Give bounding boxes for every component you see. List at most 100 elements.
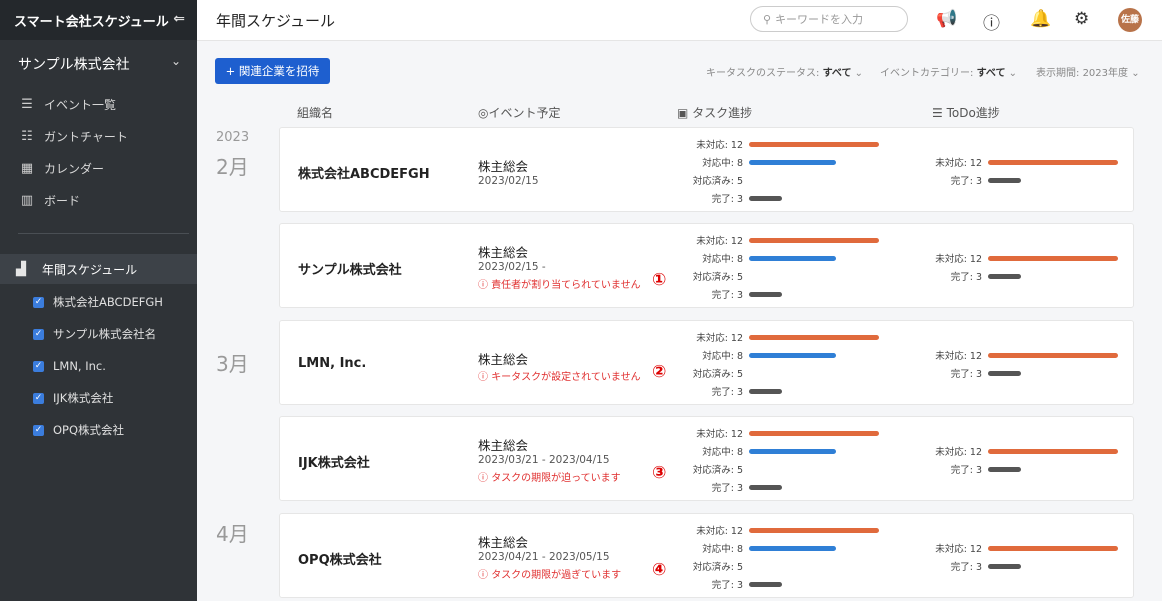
filter-key-task-status[interactable]: キータスクのステータス: すべて ⌄: [706, 64, 863, 79]
todo-progress-row: 完了: 3: [912, 368, 1021, 380]
page-title: 年間スケジュール: [216, 11, 335, 30]
company-filter-item[interactable]: ✓ OPQ株式会社: [0, 414, 197, 446]
progress-label: 未対応: 12: [935, 447, 982, 458]
event-name[interactable]: 株主総会: [478, 349, 528, 368]
company-selector[interactable]: サンプル株式会社 ⌄: [0, 40, 197, 88]
progress-bar: [988, 352, 1118, 358]
filter-value: すべて: [822, 68, 852, 79]
megaphone-icon[interactable]: 📢: [936, 9, 957, 29]
progress-label: 対応中: 8: [702, 447, 743, 458]
event-name[interactable]: 株主総会: [478, 435, 528, 454]
checkbox[interactable]: ✓: [33, 392, 44, 404]
gantt-icon: ☷: [21, 128, 33, 144]
bell-icon[interactable]: 🔔: [1030, 9, 1051, 29]
sidebar-item-gantt[interactable]: ☷ ガントチャート: [0, 120, 197, 152]
company-filter-item[interactable]: ✓ IJK株式会社: [0, 382, 197, 414]
checkbox[interactable]: ✓: [33, 328, 44, 340]
event-date: 2023/02/15 -: [478, 261, 546, 273]
task-progress-row: 完了: 3: [673, 193, 782, 205]
task-progress-row: 対応中: 8: [673, 157, 836, 169]
filter-period[interactable]: 表示期間: 2023年度 ⌄: [1036, 64, 1140, 79]
company-filter-item[interactable]: ✓ 株式会社ABCDEFGH: [0, 286, 197, 318]
org-name: LMN, Inc.: [298, 356, 367, 371]
sidebar-item-label: 年間スケジュール: [42, 262, 138, 277]
event-icon: ◎: [478, 106, 489, 120]
progress-label: 完了: 3: [950, 272, 982, 283]
progress-label: 完了: 3: [711, 290, 743, 301]
sidebar-item-label: ボード: [44, 193, 81, 208]
progress-label: 完了: 3: [950, 562, 982, 573]
schedule-card[interactable]: 株式会社ABCDEFGH 株主総会 2023/02/15 未対応: 12 対応中: 8 対…: [279, 127, 1134, 212]
year-label: 2023: [216, 130, 250, 145]
sidebar: スマート会社スケジュール ⇐ サンプル株式会社 ⌄ ☰ イベント一覧 ☷ ガント…: [0, 0, 197, 601]
event-date: 2023/03/21 - 2023/04/15: [478, 454, 610, 466]
avatar[interactable]: 佐藤: [1118, 8, 1142, 32]
progress-bar: [749, 388, 782, 394]
todo-progress-row: 完了: 3: [912, 464, 1021, 476]
checkbox[interactable]: ✓: [33, 424, 44, 436]
progress-bar: [988, 545, 1118, 551]
search-input[interactable]: ⚲ キーワードを入力: [750, 6, 908, 32]
help-icon[interactable]: ⓘ: [983, 9, 1000, 34]
event-name[interactable]: 株主総会: [478, 532, 528, 551]
sidebar-item-board[interactable]: ▥ ボード: [0, 184, 197, 216]
warning-text: 責任者が割り当てられていません: [491, 280, 641, 291]
task-progress-row: 対応済み: 5: [673, 464, 749, 476]
progress-bar: [749, 334, 879, 340]
collapse-left-icon[interactable]: ⇐: [173, 11, 185, 27]
task-progress-row: 対応中: 8: [673, 446, 836, 458]
company-filter-label: LMN, Inc.: [53, 359, 106, 373]
todo-progress-row: 未対応: 12: [912, 446, 1118, 458]
sidebar-item-calendar[interactable]: ▦ カレンダー: [0, 152, 197, 184]
company-filter-item[interactable]: ✓ サンプル株式会社名: [0, 318, 197, 350]
task-progress-row: 対応中: 8: [673, 543, 836, 555]
gear-icon[interactable]: ⚙: [1074, 9, 1089, 29]
progress-bar: [749, 430, 879, 436]
todo-progress-row: 未対応: 12: [912, 253, 1118, 265]
app-title: スマート会社スケジュール: [14, 14, 169, 30]
task-progress-row: 対応中: 8: [673, 253, 836, 265]
progress-bar: [749, 255, 836, 261]
progress-label: 対応中: 8: [702, 254, 743, 265]
filter-event-category[interactable]: イベントカテゴリー: すべて ⌄: [880, 64, 1017, 79]
alert-circle-icon: ⓘ: [478, 372, 492, 383]
filter-value: すべて: [976, 68, 1006, 79]
filter-label: イベントカテゴリー:: [880, 68, 974, 79]
progress-bar: [749, 527, 879, 533]
annotation-number: ①: [652, 270, 667, 290]
progress-label: 完了: 3: [711, 483, 743, 494]
progress-bar: [749, 195, 782, 201]
schedule-card[interactable]: LMN, Inc. 株主総会 ⓘ キータスクが設定されていません ② 未対応: 12 対応…: [279, 320, 1134, 405]
progress-label: 完了: 3: [711, 387, 743, 398]
progress-bar: [988, 466, 1021, 472]
schedule-card[interactable]: サンプル株式会社 株主総会 2023/02/15 - ⓘ 責任者が割り当てられていませ…: [279, 223, 1134, 308]
warning-message: ⓘ タスクの期限が迫っています: [478, 469, 621, 484]
checkbox[interactable]: ✓: [33, 296, 44, 308]
schedule-card[interactable]: OPQ株式会社 株主総会 2023/04/21 - 2023/05/15 ⓘ タスクの…: [279, 513, 1134, 598]
search-placeholder: キーワードを入力: [775, 13, 864, 26]
company-name: サンプル株式会社: [18, 57, 130, 73]
sidebar-item-events[interactable]: ☰ イベント一覧: [0, 88, 197, 120]
warning-text: タスクの期限が迫っています: [491, 473, 621, 484]
schedule-card[interactable]: IJK株式会社 株主総会 2023/03/21 - 2023/04/15 ⓘ タスクの…: [279, 416, 1134, 501]
progress-label: 完了: 3: [950, 176, 982, 187]
task-progress-row: 対応中: 8: [673, 350, 836, 362]
task-progress-row: 未対応: 12: [673, 525, 879, 537]
progress-label: 未対応: 12: [935, 158, 982, 169]
warning-message: ⓘ キータスクが設定されていません: [478, 368, 641, 383]
sidebar-item-annual-schedule[interactable]: ▟ 年間スケジュール: [0, 254, 197, 284]
event-name[interactable]: 株主総会: [478, 156, 528, 175]
list-icon: ☰: [21, 96, 33, 112]
event-name[interactable]: 株主総会: [478, 242, 528, 261]
progress-bar: [988, 563, 1021, 569]
progress-label: 未対応: 12: [935, 351, 982, 362]
checkbox[interactable]: ✓: [33, 360, 44, 372]
calendar-icon: ▦: [20, 160, 34, 176]
month-label: 2月: [216, 155, 249, 179]
sidebar-item-label: ガントチャート: [44, 129, 128, 144]
org-name: サンプル株式会社: [298, 263, 402, 278]
org-name: OPQ株式会社: [298, 553, 382, 568]
alert-circle-icon: ⓘ: [478, 473, 492, 484]
company-filter-item[interactable]: ✓ LMN, Inc.: [0, 350, 197, 382]
invite-company-button[interactable]: + 関連企業を招待: [215, 58, 330, 84]
